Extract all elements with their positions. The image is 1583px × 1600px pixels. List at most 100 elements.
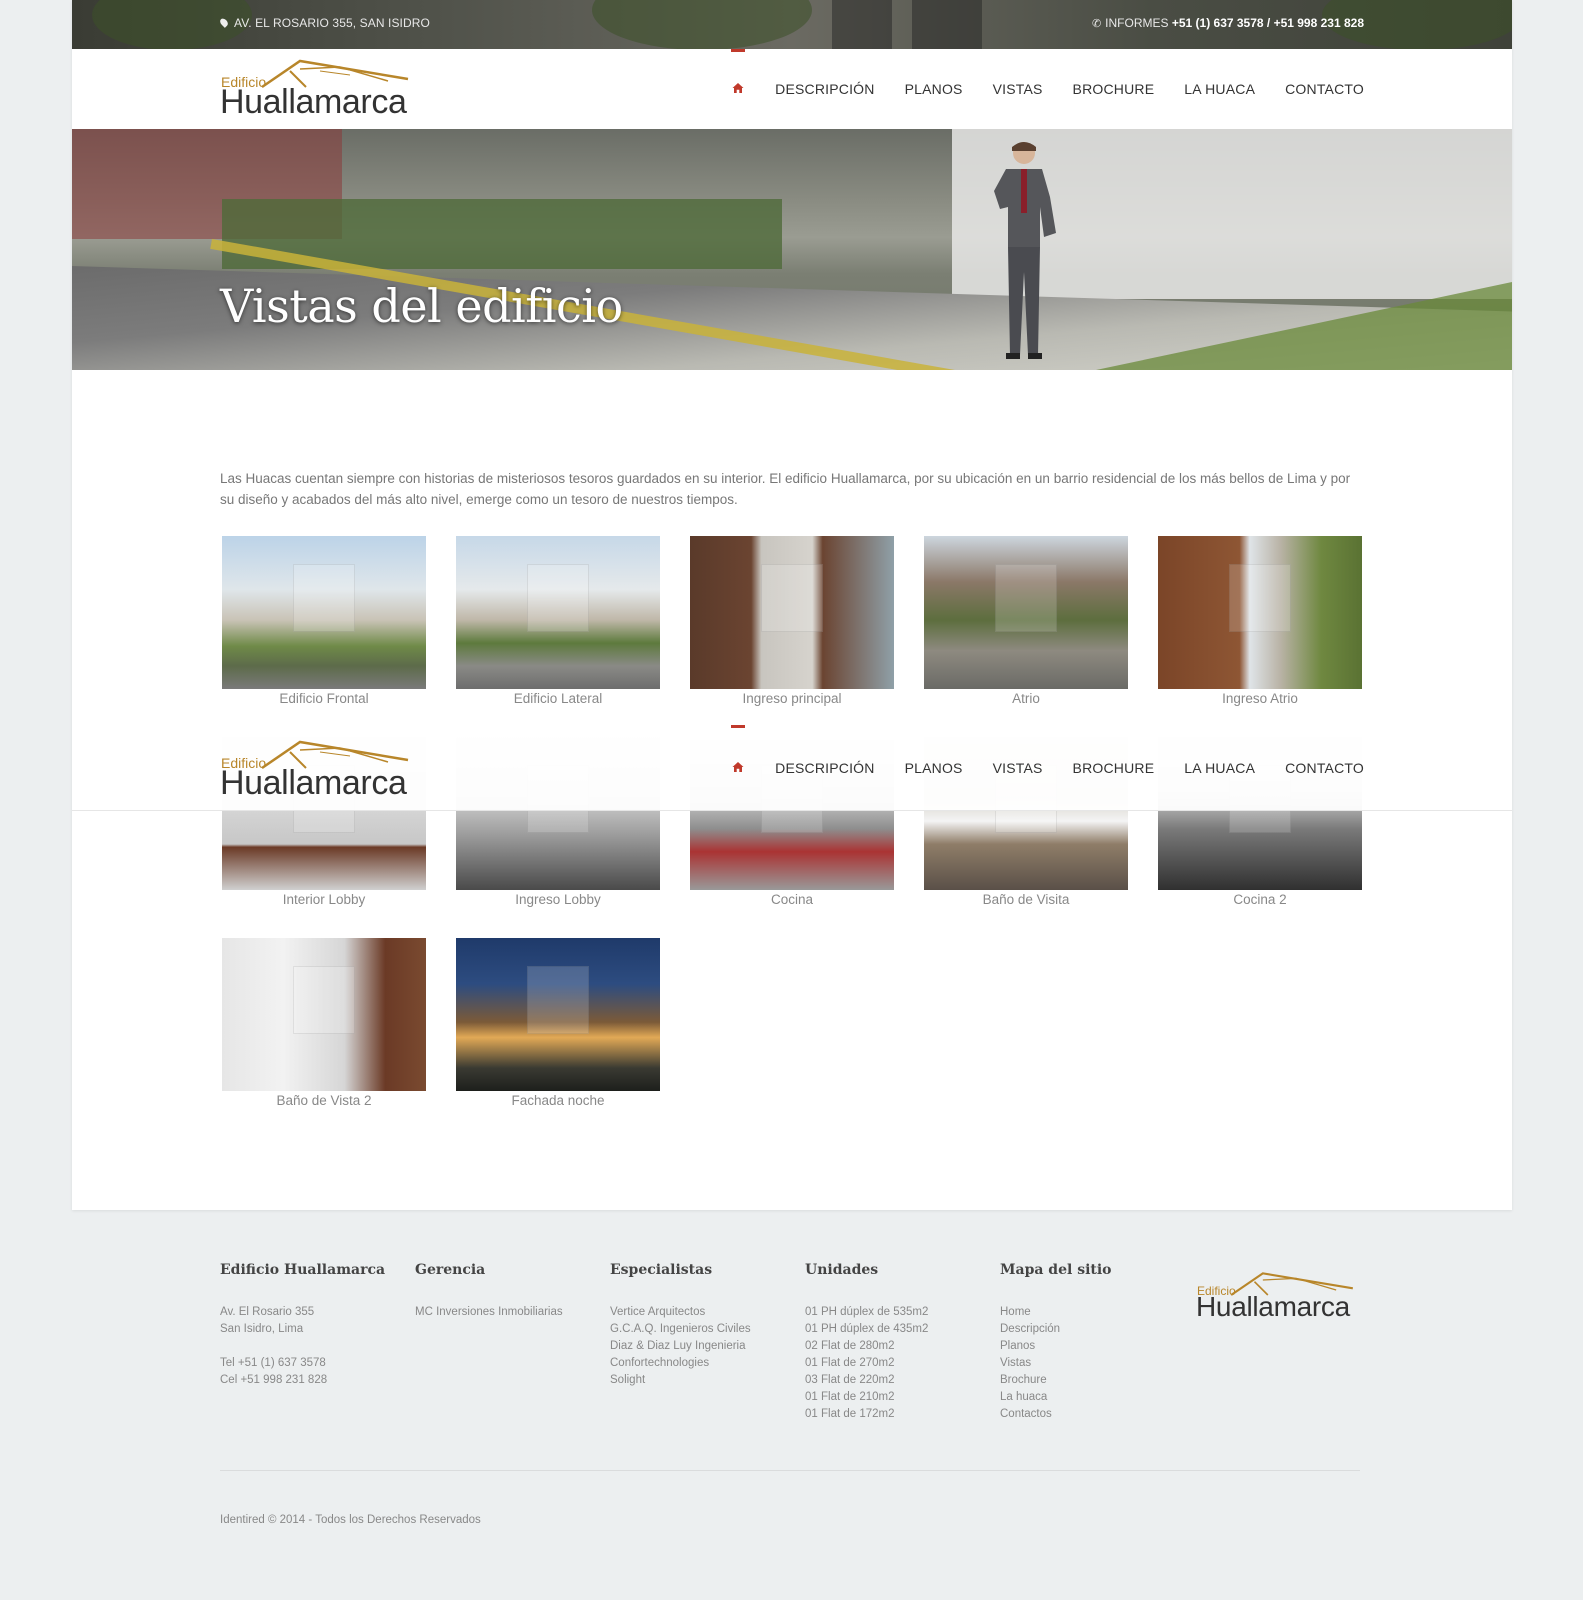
gallery-caption: Cocina [770, 892, 814, 907]
page-hero-banner: Vistas del edificio [72, 129, 1512, 370]
sitemap-link-planos[interactable]: Planos [1000, 1338, 1180, 1355]
thumbnail-detail [995, 563, 1057, 633]
footer-line: 01 PH dúplex de 435m2 [805, 1323, 929, 1335]
intro-paragraph: Las Huacas cuentan siempre con historias… [220, 471, 1351, 507]
map-marker-icon [218, 17, 230, 28]
gallery-caption: Baño de Visita [982, 892, 1070, 907]
footer-line: 02 Flat de 280m2 [805, 1340, 895, 1352]
gallery-caption: Cocina 2 [1233, 892, 1287, 907]
footer-col-building: Edificio Huallamarca Av. El Rosario 355 … [220, 1262, 400, 1389]
background-window [912, 0, 982, 49]
address-text: AV. EL ROSARIO 355, SAN ISIDRO [234, 16, 430, 30]
footer-col-unidades: Unidades 01 PH dúplex de 535m2 01 PH dúp… [805, 1262, 985, 1423]
sitemap-link-brochure[interactable]: Brochure [1000, 1372, 1180, 1389]
main-nav: DESCRIPCIÓN PLANOS VISTAS BROCHURE LA HU… [701, 49, 1364, 129]
gallery-thumbnail[interactable] [1158, 536, 1362, 689]
phone-info: ✆ INFORMES +51 (1) 637 3578 / +51 998 231… [1092, 16, 1364, 30]
footer-line: Vertice Arquitectos [610, 1306, 706, 1318]
phone-prefix: INFORMES [1105, 16, 1172, 30]
footer-logo: Edificio Huallamarca [1196, 1270, 1366, 1326]
nav-vistas[interactable]: VISTAS [993, 49, 1043, 129]
footer-line: Cel +51 998 231 828 [220, 1374, 328, 1386]
site-logo[interactable]: Edificio Huallamarca [220, 57, 430, 123]
footer-line: 03 Flat de 220m2 [805, 1374, 895, 1386]
sitemap-link-vistas[interactable]: Vistas [1000, 1355, 1180, 1372]
phone-icon: ✆ [1091, 18, 1102, 30]
footer-col-title: Especialistas [610, 1262, 713, 1278]
gallery-caption: Ingreso Atrio [1222, 691, 1298, 706]
nav-brochure[interactable]: BROCHURE [1073, 728, 1155, 808]
thumbnail-detail [761, 563, 823, 633]
thumbnail-detail [527, 563, 589, 633]
sitemap-link-home[interactable]: Home [1000, 1304, 1180, 1321]
sitemap-link-descripcion[interactable]: Descripción [1000, 1321, 1180, 1338]
logo-main-text: Huallamarca [220, 83, 407, 121]
gallery-caption: Fachada noche [511, 1093, 605, 1108]
nav-contacto[interactable]: CONTACTO [1285, 49, 1364, 129]
sticky-site-logo[interactable]: Edificio Huallamarca [220, 738, 430, 804]
gallery-thumbnail[interactable] [690, 536, 894, 689]
sitemap-link-contactos[interactable]: Contactos [1000, 1406, 1180, 1423]
gallery-caption: Edificio Frontal [279, 691, 369, 706]
footer-line: 01 Flat de 172m2 [805, 1408, 895, 1420]
background-window [832, 0, 892, 49]
active-indicator [731, 49, 746, 52]
footer-divider [220, 1470, 1360, 1471]
footer-col-title: Edificio Huallamarca [220, 1262, 386, 1278]
thumbnail-detail [527, 965, 589, 1035]
thumbnail-detail [293, 965, 355, 1035]
background-foliage [592, 0, 812, 49]
nav-home[interactable] [731, 725, 746, 808]
gallery-thumbnail[interactable] [456, 938, 660, 1091]
footer-line: MC Inversiones Inmobiliarias [415, 1306, 563, 1318]
footer-line: Confortechnologies [610, 1357, 710, 1369]
footer-col-gerencia: Gerencia MC Inversiones Inmobiliarias [415, 1262, 595, 1321]
active-indicator [731, 725, 746, 728]
nav-contacto[interactable]: CONTACTO [1285, 728, 1364, 808]
address-info: AV. EL ROSARIO 355, SAN ISIDRO [218, 16, 430, 30]
home-icon [732, 83, 744, 93]
thumbnail-detail [293, 563, 355, 633]
nav-brochure[interactable]: BROCHURE [1073, 49, 1155, 129]
footer-spacer [220, 1338, 400, 1355]
nav-home[interactable] [731, 49, 746, 129]
footer-col-title: Gerencia [415, 1262, 486, 1278]
footer-line: Diaz & Diaz Luy Ingenieria [610, 1340, 746, 1352]
gallery-thumbnail[interactable] [456, 536, 660, 689]
gallery-caption: Interior Lobby [282, 892, 366, 907]
gallery-caption: Baño de Vista 2 [276, 1093, 372, 1108]
footer-line: Av. El Rosario 355 [220, 1306, 315, 1318]
nav-planos[interactable]: PLANOS [905, 49, 963, 129]
logo-main-text: Huallamarca [220, 764, 407, 802]
footer-line: 01 PH dúplex de 535m2 [805, 1306, 929, 1318]
footer-line: G.C.A.Q. Ingenieros Civiles [610, 1323, 751, 1335]
logo-main-text: Huallamarca [1196, 1291, 1350, 1322]
gallery-caption: Edificio Lateral [513, 691, 603, 706]
phone-numbers: +51 (1) 637 3578 / +51 998 231 828 [1171, 16, 1364, 30]
nav-la-huaca[interactable]: LA HUACA [1184, 49, 1255, 129]
top-info-bar: AV. EL ROSARIO 355, SAN ISIDRO ✆ INFORMES… [72, 0, 1512, 49]
gallery-thumbnail[interactable] [222, 938, 426, 1091]
gallery-thumbnail[interactable] [222, 536, 426, 689]
footer-line: 01 Flat de 270m2 [805, 1357, 895, 1369]
footer-col-title: Unidades [805, 1262, 879, 1278]
gallery-caption: Atrio [1012, 691, 1040, 706]
gallery-caption: Ingreso Lobby [515, 892, 601, 907]
footer-line: Solight [610, 1374, 646, 1386]
sitemap-link-la-huaca[interactable]: La huaca [1000, 1389, 1180, 1406]
nav-descripcion[interactable]: DESCRIPCIÓN [775, 728, 874, 808]
nav-planos[interactable]: PLANOS [905, 728, 963, 808]
businessman-figure [994, 142, 1056, 359]
footer-col-title: Mapa del sitio [1000, 1262, 1112, 1278]
nav-vistas[interactable]: VISTAS [993, 728, 1043, 808]
sticky-nav: DESCRIPCIÓN PLANOS VISTAS BROCHURE LA HU… [701, 725, 1364, 808]
footer-line: San Isidro, Lima [220, 1323, 304, 1335]
nav-descripcion[interactable]: DESCRIPCIÓN [775, 49, 874, 129]
footer-line: Tel +51 (1) 637 3578 [220, 1357, 326, 1369]
main-header: Edificio Huallamarca DESCRIPCIÓN PLANOS … [72, 49, 1512, 129]
footer-col-especialistas: Especialistas Vertice Arquitectos G.C.A.… [610, 1262, 790, 1389]
nav-la-huaca[interactable]: LA HUACA [1184, 728, 1255, 808]
sticky-header: Edificio Huallamarca DESCRIPCIÓN PLANOS … [72, 725, 1512, 811]
thumbnail-detail [1229, 563, 1291, 633]
gallery-thumbnail[interactable] [924, 536, 1128, 689]
